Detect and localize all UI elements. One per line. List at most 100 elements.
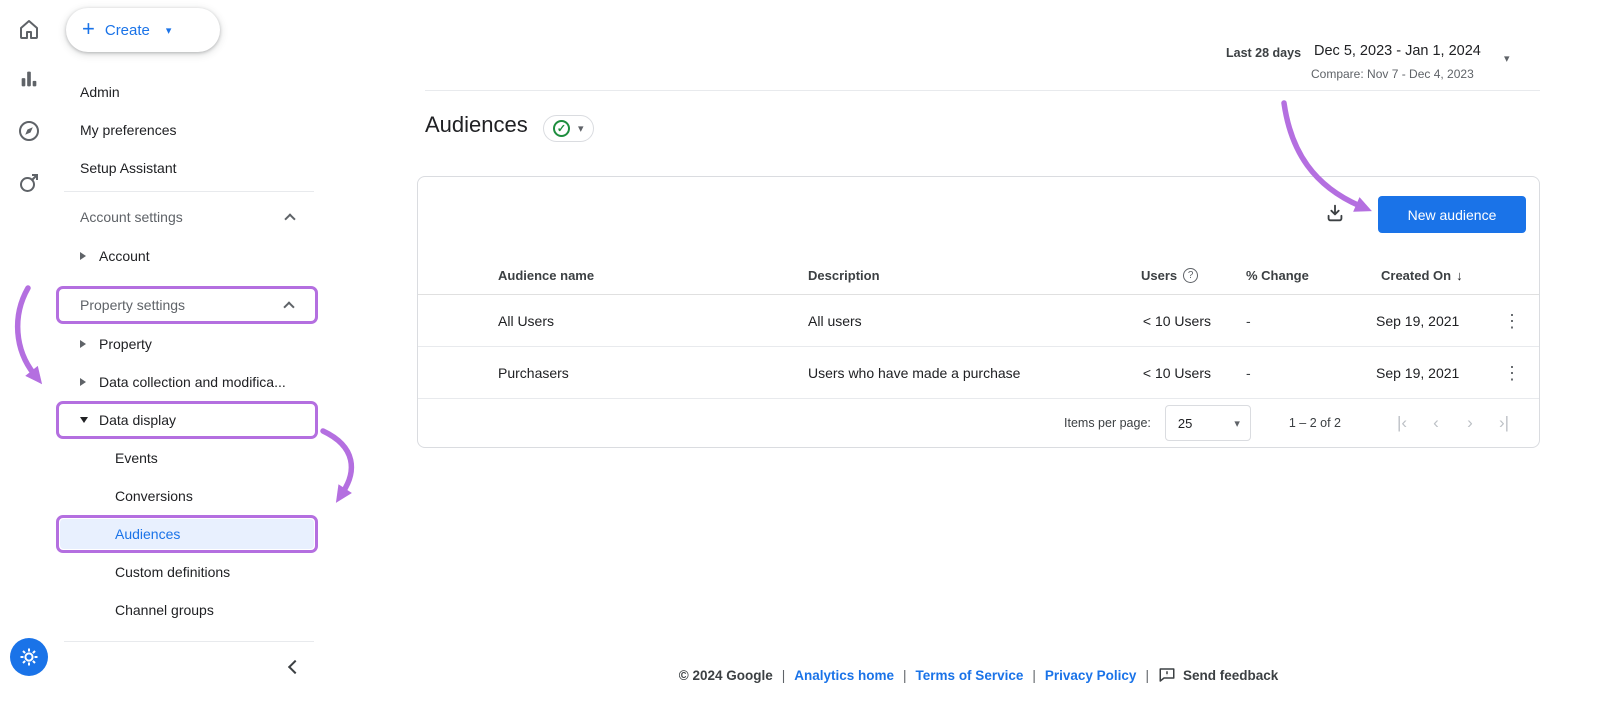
created-on-header-label: Created On	[1381, 267, 1452, 283]
header-description[interactable]: Description	[808, 255, 880, 295]
send-feedback-button[interactable]: Send feedback	[1158, 666, 1278, 684]
send-feedback-label: Send feedback	[1182, 667, 1279, 683]
created-on-cell: Sep 19, 2021	[1376, 365, 1460, 381]
sidebar-item-events[interactable]: Events	[56, 439, 320, 477]
reports-icon[interactable]	[16, 66, 42, 92]
header-divider	[425, 90, 1540, 91]
check-circle-icon: ✓	[553, 120, 570, 137]
footer-separator: |	[903, 667, 907, 683]
privacy-policy-link[interactable]: Privacy Policy	[1045, 668, 1137, 683]
audiences-label: Audiences	[115, 526, 181, 542]
sidebar-item-admin[interactable]: Admin	[56, 73, 320, 111]
previous-page-icon[interactable]: ‹	[1419, 406, 1453, 440]
header-created-on[interactable]: Created On ↓	[1381, 255, 1463, 295]
header-change[interactable]: % Change	[1246, 255, 1309, 295]
copyright-label: © 2024 Google	[678, 667, 773, 683]
data-collection-label: Data collection and modifica...	[99, 374, 286, 390]
description-cell: All users	[808, 313, 862, 329]
expand-right-icon	[80, 252, 86, 260]
property-label: Property	[99, 336, 152, 352]
account-settings-label: Account settings	[80, 209, 183, 225]
date-preset-label: Last 28 days	[1226, 46, 1302, 60]
sidebar-item-data-collection[interactable]: Data collection and modifica...	[56, 363, 320, 401]
last-page-icon[interactable]: ›|	[1487, 406, 1521, 440]
description-cell: Users who have made a purchase	[808, 365, 1021, 381]
admin-gear-icon[interactable]	[10, 638, 48, 676]
expand-down-icon	[80, 417, 88, 423]
sidebar-item-custom-definitions[interactable]: Custom definitions	[56, 553, 320, 591]
sidebar-section-account-settings[interactable]: Account settings	[56, 198, 320, 236]
first-page-icon[interactable]: |‹	[1385, 406, 1419, 440]
page-range-label: 1 – 2 of 2	[1288, 416, 1341, 430]
chevron-up-icon	[284, 212, 296, 225]
sidebar-item-account[interactable]: Account	[56, 237, 320, 275]
sort-descending-icon: ↓	[1456, 267, 1463, 283]
row-menu-icon[interactable]: ⋮	[1498, 347, 1526, 399]
pagination-bar: Items per page: 25 ▾ 1 – 2 of 2 |‹ ‹ › ›…	[418, 398, 1539, 448]
analytics-home-link[interactable]: Analytics home	[794, 668, 894, 683]
page-footer: © 2024 Google | Analytics home | Terms o…	[417, 660, 1540, 690]
sidebar-item-setup-assistant[interactable]: Setup Assistant	[56, 149, 320, 187]
next-page-icon[interactable]: ›	[1453, 406, 1487, 440]
audience-name-cell: All Users	[498, 313, 555, 329]
download-icon[interactable]	[1321, 199, 1349, 227]
table-row[interactable]: All Users All users < 10 Users - Sep 19,…	[418, 295, 1539, 347]
header-users[interactable]: Users ?	[1141, 255, 1199, 295]
header-audience-name[interactable]: Audience name	[498, 255, 594, 295]
create-label: Create	[104, 21, 150, 39]
items-per-page-value: 25	[1177, 415, 1193, 431]
date-range-value: Dec 5, 2023 - Jan 1, 2024	[1314, 43, 1481, 59]
audience-name-cell: Purchasers	[498, 365, 569, 381]
created-on-cell: Sep 19, 2021	[1376, 313, 1460, 329]
footer-separator: |	[1032, 667, 1036, 683]
sidebar-divider	[64, 641, 314, 642]
date-range-picker[interactable]: Last 28 days Dec 5, 2023 - Jan 1, 2024 C…	[1210, 38, 1522, 86]
chevron-down-icon: ▾	[165, 24, 172, 37]
account-label: Account	[99, 248, 150, 264]
sidebar-item-property[interactable]: Property	[56, 325, 320, 363]
sidebar-item-audiences[interactable]: Audiences	[56, 515, 318, 553]
sidebar-divider	[64, 191, 314, 192]
feedback-bubble-icon	[1159, 668, 1175, 682]
new-audience-button[interactable]: New audience	[1378, 196, 1526, 233]
home-icon[interactable]	[16, 16, 42, 42]
property-settings-label: Property settings	[80, 297, 186, 313]
admin-sidebar: + Create ▾ Admin My preferences Setup As…	[56, 0, 320, 714]
footer-separator: |	[1145, 667, 1149, 683]
expand-right-icon	[80, 340, 86, 348]
chevron-down-icon: ▾	[1504, 53, 1510, 65]
help-icon[interactable]: ?	[1183, 267, 1199, 283]
explore-icon[interactable]	[16, 118, 42, 144]
terms-of-service-link[interactable]: Terms of Service	[916, 668, 1024, 683]
expand-right-icon	[80, 378, 86, 386]
users-header-label: Users	[1141, 267, 1178, 283]
change-cell: -	[1246, 365, 1251, 381]
users-cell: < 10 Users	[1142, 365, 1211, 381]
chevron-down-icon: ▾	[578, 123, 584, 135]
active-item-highlight	[60, 519, 314, 549]
sidebar-item-channel-groups[interactable]: Channel groups	[56, 591, 320, 629]
date-compare-value: Compare: Nov 7 - Dec 4, 2023	[1311, 67, 1474, 81]
audiences-card: New audience Audience name Description U…	[417, 176, 1540, 448]
data-display-label: Data display	[99, 412, 177, 428]
users-cell: < 10 Users	[1142, 313, 1211, 329]
table-header-row: Audience name Description Users ? % Chan…	[418, 255, 1539, 295]
sidebar-item-my-preferences[interactable]: My preferences	[56, 111, 320, 149]
chevron-down-icon: ▾	[1234, 417, 1240, 430]
page-title: Audiences	[425, 112, 528, 137]
arrow-to-audiences	[320, 428, 355, 503]
row-menu-icon[interactable]: ⋮	[1498, 295, 1526, 347]
items-per-page-label: Items per page:	[1064, 416, 1151, 430]
items-per-page-select[interactable]: 25 ▾	[1164, 405, 1251, 441]
advertising-icon[interactable]	[16, 170, 42, 196]
change-cell: -	[1246, 313, 1251, 329]
sidebar-item-data-display[interactable]: Data display	[56, 401, 318, 439]
app-rail	[0, 0, 56, 714]
create-button[interactable]: + Create ▾	[66, 8, 220, 52]
sidebar-section-property-settings[interactable]: Property settings	[56, 286, 318, 324]
footer-separator: |	[781, 667, 786, 683]
collapse-sidebar-icon[interactable]	[287, 659, 303, 675]
sidebar-item-conversions[interactable]: Conversions	[56, 477, 320, 515]
audience-status-chip[interactable]: ✓ ▾	[543, 115, 594, 142]
table-row[interactable]: Purchasers Users who have made a purchas…	[418, 347, 1539, 399]
